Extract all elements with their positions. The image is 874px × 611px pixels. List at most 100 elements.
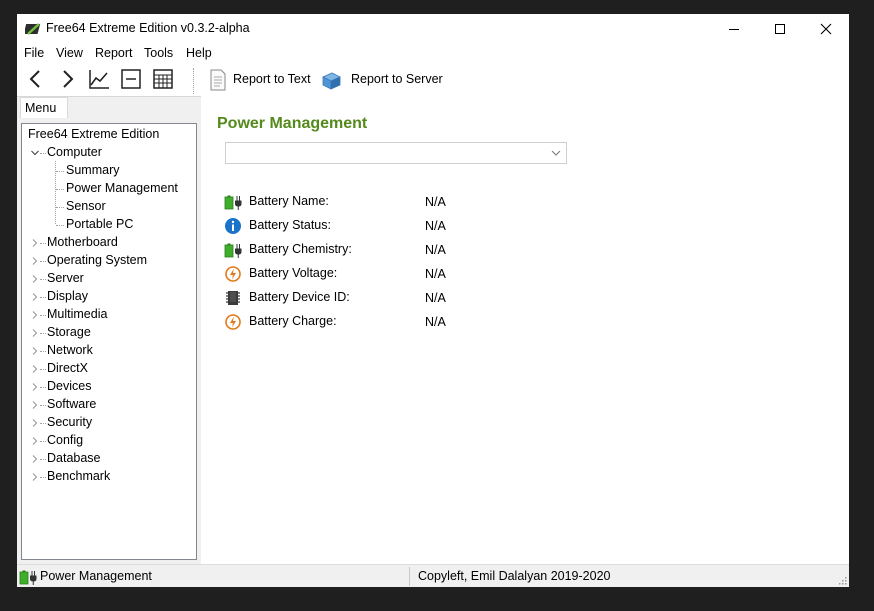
tree-connector xyxy=(40,423,46,424)
tree-item-label[interactable]: DirectX xyxy=(47,361,88,375)
chevron-down-icon xyxy=(551,150,561,156)
tree-item-label[interactable]: Storage xyxy=(47,325,91,339)
property-row: Battery Voltage: N/A xyxy=(224,264,624,284)
page-title: Power Management xyxy=(217,115,368,132)
tree-connector xyxy=(56,189,64,190)
tree-connector xyxy=(40,261,46,262)
minimize-icon xyxy=(729,29,739,30)
menu-help[interactable]: Help xyxy=(186,46,212,60)
tree-item-sensor[interactable]: Sensor xyxy=(66,199,106,213)
power-icon xyxy=(225,314,241,330)
chip-icon xyxy=(226,291,240,305)
resize-grip-icon[interactable] xyxy=(837,575,847,585)
property-row: Battery Charge: N/A xyxy=(224,312,624,332)
chevron-right-icon[interactable] xyxy=(31,473,39,481)
content-panel: Power Management Battery Name: N/A Batte… xyxy=(201,96,849,564)
status-page-label: Power Management xyxy=(40,569,152,583)
property-value: N/A xyxy=(425,219,446,233)
server-icon[interactable] xyxy=(320,69,342,91)
tree-connector xyxy=(40,351,46,352)
calculator-icon[interactable] xyxy=(152,68,174,90)
title-bar[interactable]: Free64 Extreme Edition v0.3.2-alpha xyxy=(17,14,849,44)
forward-icon[interactable] xyxy=(56,68,78,90)
battery-icon xyxy=(224,243,242,258)
chevron-right-icon[interactable] xyxy=(31,401,39,409)
window-title: Free64 Extreme Edition v0.3.2-alpha xyxy=(46,21,250,35)
battery-select[interactable] xyxy=(225,142,567,164)
menu-report[interactable]: Report xyxy=(95,46,133,60)
chevron-right-icon[interactable] xyxy=(31,275,39,283)
tree-connector xyxy=(40,243,46,244)
tree-item-label[interactable]: Software xyxy=(47,397,96,411)
property-name: Battery Voltage: xyxy=(249,266,338,280)
property-name: Battery Device ID: xyxy=(249,290,350,304)
tree-item-label[interactable]: Motherboard xyxy=(47,235,118,249)
tree-item-label[interactable]: Display xyxy=(47,289,88,303)
tree-root[interactable]: Free64 Extreme Edition xyxy=(28,127,159,141)
chevron-right-icon[interactable] xyxy=(31,257,39,265)
property-row: Battery Device ID: N/A xyxy=(224,288,624,308)
tree-item-label[interactable]: Network xyxy=(47,343,93,357)
tree-item-label[interactable]: Operating System xyxy=(47,253,147,267)
app-logo-icon xyxy=(25,23,41,35)
app-window: Free64 Extreme Edition v0.3.2-alpha File… xyxy=(17,14,849,587)
tree-item-power-management[interactable]: Power Management xyxy=(66,181,178,195)
report-to-text-button[interactable]: Report to Text xyxy=(233,72,311,86)
tree-item-label[interactable]: Server xyxy=(47,271,84,285)
tab-menu[interactable]: Menu xyxy=(20,97,68,118)
property-value: N/A xyxy=(425,315,446,329)
tree-connector xyxy=(40,315,46,316)
navigation-tree[interactable]: Free64 Extreme Edition Computer Summary … xyxy=(21,123,197,560)
toolbar-separator xyxy=(193,68,194,94)
tree-connector xyxy=(40,153,46,154)
chevron-right-icon[interactable] xyxy=(31,329,39,337)
tree-item-label[interactable]: Database xyxy=(47,451,101,465)
tree-item-computer[interactable]: Computer xyxy=(47,145,102,159)
tree-item-summary[interactable]: Summary xyxy=(66,163,119,177)
minimize-button[interactable] xyxy=(711,14,757,44)
chevron-right-icon[interactable] xyxy=(31,419,39,427)
chevron-right-icon[interactable] xyxy=(31,347,39,355)
back-icon[interactable] xyxy=(25,68,47,90)
menu-view[interactable]: View xyxy=(56,46,83,60)
chevron-right-icon[interactable] xyxy=(31,383,39,391)
tree-connector xyxy=(40,477,46,478)
form-icon[interactable] xyxy=(120,68,142,90)
tree-connector xyxy=(56,171,64,172)
power-icon xyxy=(225,266,241,282)
chevron-right-icon[interactable] xyxy=(31,437,39,445)
property-value: N/A xyxy=(425,267,446,281)
menu-tools[interactable]: Tools xyxy=(144,46,173,60)
report-to-server-button[interactable]: Report to Server xyxy=(351,72,443,86)
tree-connector xyxy=(40,405,46,406)
chevron-down-icon[interactable] xyxy=(31,149,39,157)
left-panel: Free64 Extreme Edition Computer Summary … xyxy=(17,118,201,564)
close-button[interactable] xyxy=(803,14,849,44)
tree-connector xyxy=(40,279,46,280)
tree-item-portable-pc[interactable]: Portable PC xyxy=(66,217,133,231)
tree-item-label[interactable]: Devices xyxy=(47,379,91,393)
property-name: Battery Name: xyxy=(249,194,329,208)
chevron-right-icon[interactable] xyxy=(31,365,39,373)
close-icon xyxy=(820,23,832,35)
menu-bar: File View Report Tools Help xyxy=(17,44,849,64)
tree-item-label[interactable]: Benchmark xyxy=(47,469,110,483)
maximize-button[interactable] xyxy=(757,14,803,44)
status-left: Power Management xyxy=(17,565,409,587)
chart-icon[interactable] xyxy=(88,68,110,90)
chevron-right-icon[interactable] xyxy=(31,455,39,463)
tree-connector xyxy=(40,459,46,460)
tree-item-label[interactable]: Multimedia xyxy=(47,307,107,321)
chevron-right-icon[interactable] xyxy=(31,293,39,301)
chevron-right-icon[interactable] xyxy=(31,239,39,247)
menu-file[interactable]: File xyxy=(24,46,44,60)
info-icon xyxy=(225,218,241,234)
copyright-text: Copyleft, Emil Dalalyan 2019-2020 xyxy=(418,569,611,583)
tree-item-label[interactable]: Config xyxy=(47,433,83,447)
property-name: Battery Status: xyxy=(249,218,331,232)
tree-item-label[interactable]: Security xyxy=(47,415,92,429)
status-bar: Power Management Copyleft, Emil Dalalyan… xyxy=(17,564,849,587)
chevron-right-icon[interactable] xyxy=(31,311,39,319)
document-icon[interactable] xyxy=(207,69,229,91)
property-value: N/A xyxy=(425,195,446,209)
